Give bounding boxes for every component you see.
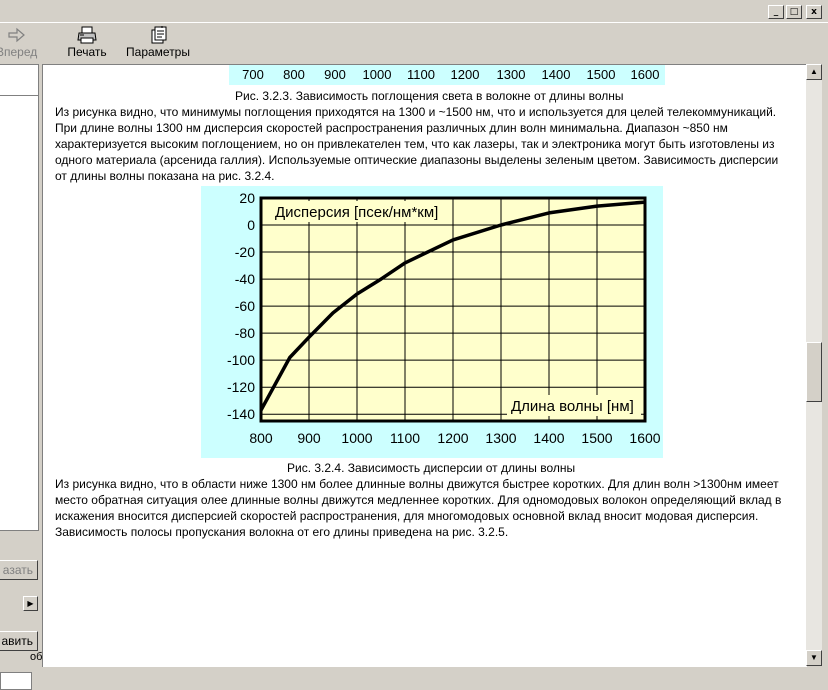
axis-tick-label: 1200	[450, 67, 480, 82]
x-tick-label: 1400	[533, 430, 564, 446]
x-tick-label: 1100	[390, 430, 420, 446]
x-axis-label: Длина волны [нм]	[511, 398, 634, 415]
paragraph-line: одного материала (арсенида галлия). Испо…	[55, 153, 779, 167]
axis-tick-label: 1000	[362, 67, 392, 82]
data-point	[289, 356, 291, 358]
show-button[interactable]: азать	[0, 560, 38, 580]
data-point	[308, 336, 310, 338]
options-icon	[151, 26, 167, 44]
close-button[interactable]: x	[806, 5, 822, 19]
y-tick-label: -40	[235, 271, 255, 287]
paragraph-line: характеризуется высоким поглощением, но …	[55, 137, 775, 151]
paragraph-line: Зависимость полосы пропускания волокна о…	[55, 525, 509, 539]
y-tick-label: -100	[227, 352, 255, 368]
topic-list-header	[0, 65, 38, 96]
axis-tick-label: 1300	[496, 67, 526, 82]
scroll-right-button[interactable]: ▶	[23, 596, 38, 611]
data-point	[380, 278, 382, 280]
y-tick-label: -20	[235, 244, 255, 260]
y-tick-label: -120	[227, 379, 255, 395]
data-point	[260, 409, 262, 411]
paragraph-line: место обратная ситуация олее длинные вол…	[55, 493, 782, 507]
axis-tick-label: 1400	[541, 67, 571, 82]
scroll-down-button[interactable]: ▼	[806, 650, 822, 666]
x-tick-label: 900	[297, 430, 321, 446]
paragraph-line: Из рисунка видно, что минимумы поглощени…	[55, 105, 777, 119]
printer-icon	[77, 26, 97, 44]
left-pane: ▶ азать об авить	[0, 64, 43, 690]
add-button[interactable]: авить	[0, 631, 38, 651]
print-button[interactable]: Печать	[64, 26, 110, 59]
figure-caption: Рис. 3.2.4. Зависимость дисперсии от дли…	[287, 461, 576, 475]
dispersion-chart: 800 900 1000 1100 1200 1300 1400 1500 1600 20 0 -20…	[201, 186, 663, 458]
data-point	[548, 212, 550, 214]
y-tick-label: -60	[235, 298, 255, 314]
data-point	[596, 205, 598, 207]
scroll-up-button[interactable]: ▲	[806, 64, 822, 80]
forward-label: Вперед	[0, 45, 38, 59]
minimize-button[interactable]: _	[768, 5, 784, 19]
paragraph-1: Из рисунка видно, что минимумы поглощени…	[55, 104, 803, 184]
topic-list[interactable]	[0, 64, 39, 531]
x-tick-label: 1200	[437, 430, 468, 446]
print-label: Печать	[67, 45, 107, 59]
paragraph-line: искажения вносится дисперсией скоростей …	[55, 509, 759, 523]
y-axis-label: Дисперсия [псек/нм*км]	[275, 204, 438, 221]
y-tick-label: 20	[239, 190, 255, 206]
toolbar: Вперед Печать Параметры	[0, 22, 828, 63]
data-point	[644, 201, 646, 203]
axis-tick-label: 1500	[586, 67, 616, 82]
axis-tick-label: 1600	[630, 67, 660, 82]
data-point	[500, 224, 502, 226]
paragraph-line: от длины волны показана на рис. 3.2.4.	[55, 169, 275, 183]
axis-tick-label: 800	[283, 67, 305, 82]
x-tick-label: 1000	[341, 430, 372, 446]
left-hint-text: об	[30, 651, 43, 663]
forward-button[interactable]: Вперед	[0, 26, 38, 59]
data-point	[356, 293, 358, 295]
y-tick-label: -140	[227, 406, 255, 422]
keyword-input[interactable]	[0, 672, 32, 690]
left-horizontal-scrollbar[interactable]: ▶	[0, 596, 38, 611]
figure-3-2-3-axis-strip: 700 800 900 1000 1100 1200 1300 1400 150…	[229, 65, 665, 85]
title-bar: _ □ x	[0, 0, 828, 22]
scroll-thumb[interactable]	[806, 342, 822, 402]
y-tick-label: -80	[235, 325, 255, 341]
x-tick-label: 1300	[485, 430, 516, 446]
window-controls: _ □ x	[768, 5, 822, 19]
maximize-button[interactable]: □	[786, 5, 802, 19]
paragraph-line: При длине волны 1300 нм дисперсия скорос…	[55, 121, 728, 135]
figure-caption: Рис. 3.2.3. Зависимость поглощения света…	[235, 89, 624, 103]
x-tick-label: 1500	[581, 430, 612, 446]
parameters-button[interactable]: Параметры	[126, 26, 190, 59]
axis-tick-label: 1100	[407, 67, 435, 82]
data-point	[404, 262, 406, 264]
params-label: Параметры	[126, 45, 190, 59]
data-point	[332, 312, 334, 314]
content-vertical-scrollbar[interactable]: ▲ ▼	[806, 64, 822, 666]
arrow-right-icon	[8, 27, 25, 43]
data-point	[452, 239, 454, 241]
paragraph-2: Из рисунка видно, что в области ниже 130…	[55, 476, 803, 540]
paragraph-line: Из рисунка видно, что в области ниже 130…	[55, 477, 779, 491]
y-tick-label: 0	[247, 217, 255, 233]
content-pane: 700 800 900 1000 1100 1200 1300 1400 150…	[42, 64, 807, 667]
x-tick-label: 800	[249, 430, 273, 446]
axis-tick-label: 900	[324, 67, 346, 82]
x-tick-label: 1600	[629, 430, 660, 446]
axis-tick-label: 700	[242, 67, 264, 82]
